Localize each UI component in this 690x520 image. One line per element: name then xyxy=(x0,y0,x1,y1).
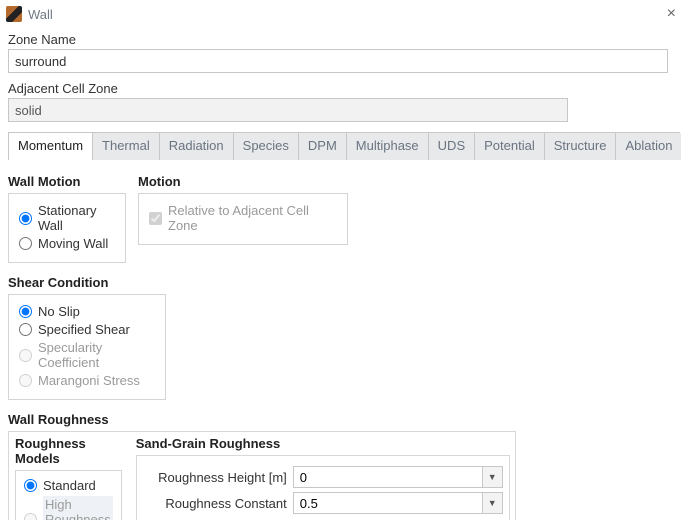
wall-motion-option-label: Stationary Wall xyxy=(38,203,115,233)
wall-roughness-panel: Roughness Models Standard High Roughness … xyxy=(8,431,516,520)
shear-option: Specularity Coefficient xyxy=(19,340,155,370)
window-title: Wall xyxy=(28,7,53,22)
roughness-model-option: High Roughness (Icing) xyxy=(24,496,113,520)
roughness-model-label: High Roughness (Icing) xyxy=(43,496,113,520)
roughness-model-radio[interactable] xyxy=(24,479,37,492)
roughness-height-dropdown[interactable]: ▼ xyxy=(483,466,503,488)
app-icon xyxy=(6,6,22,22)
motion-title: Motion xyxy=(138,174,348,189)
roughness-height-input[interactable] xyxy=(293,466,483,488)
roughness-constant-input[interactable] xyxy=(293,492,483,514)
roughness-height-label: Roughness Height [m] xyxy=(143,470,293,485)
zone-name-input[interactable] xyxy=(8,49,668,73)
wall-motion-option[interactable]: Moving Wall xyxy=(19,236,115,251)
relative-to-adjacent-label: Relative to Adjacent Cell Zone xyxy=(168,203,337,233)
tab-structure[interactable]: Structure xyxy=(545,133,617,160)
tab-radiation[interactable]: Radiation xyxy=(160,133,234,160)
sand-grain-title: Sand-Grain Roughness xyxy=(136,436,510,451)
chevron-down-icon: ▼ xyxy=(488,472,497,482)
wall-roughness-title: Wall Roughness xyxy=(8,412,682,427)
shear-condition-panel: No Slip Specified Shear Specularity Coeffi… xyxy=(8,294,166,400)
wall-motion-panel: Stationary Wall Moving Wall xyxy=(8,193,126,263)
roughness-models-panel: Standard High Roughness (Icing) xyxy=(15,470,122,520)
tab-species[interactable]: Species xyxy=(234,133,299,160)
shear-radio[interactable] xyxy=(19,305,32,318)
adjacent-cell-zone-input xyxy=(8,98,568,122)
chevron-down-icon: ▼ xyxy=(488,498,497,508)
tabstrip: MomentumThermalRadiationSpeciesDPMMultip… xyxy=(8,132,680,160)
shear-option-label: No Slip xyxy=(38,304,80,319)
close-icon[interactable]: × xyxy=(663,5,680,23)
zone-name-label: Zone Name xyxy=(8,32,682,47)
shear-condition-title: Shear Condition xyxy=(8,275,682,290)
wall-motion-option[interactable]: Stationary Wall xyxy=(19,203,115,233)
wall-motion-radio[interactable] xyxy=(19,237,32,250)
shear-option-label: Specified Shear xyxy=(38,322,130,337)
wall-motion-radio[interactable] xyxy=(19,212,32,225)
tab-multiphase[interactable]: Multiphase xyxy=(347,133,429,160)
roughness-models-title: Roughness Models xyxy=(15,436,122,466)
shear-radio xyxy=(19,349,32,362)
roughness-constant-dropdown[interactable]: ▼ xyxy=(483,492,503,514)
wall-motion-option-label: Moving Wall xyxy=(38,236,108,251)
shear-option[interactable]: Specified Shear xyxy=(19,322,155,337)
sand-grain-panel: Roughness Height [m] ▼ Roughness Constan… xyxy=(136,455,510,520)
shear-option-label: Marangoni Stress xyxy=(38,373,140,388)
shear-option-label: Specularity Coefficient xyxy=(38,340,155,370)
shear-option[interactable]: No Slip xyxy=(19,304,155,319)
roughness-constant-label: Roughness Constant xyxy=(143,496,293,511)
titlebar: Wall × xyxy=(0,0,690,26)
shear-radio xyxy=(19,374,32,387)
tab-thermal[interactable]: Thermal xyxy=(93,133,160,160)
tab-dpm[interactable]: DPM xyxy=(299,133,347,160)
adjacent-cell-zone-label: Adjacent Cell Zone xyxy=(8,81,682,96)
roughness-model-radio xyxy=(24,513,37,520)
tab-uds[interactable]: UDS xyxy=(429,133,475,160)
tab-ablation[interactable]: Ablation xyxy=(616,133,681,160)
motion-panel: Relative to Adjacent Cell Zone xyxy=(138,193,348,245)
roughness-model-option[interactable]: Standard xyxy=(24,478,113,493)
tab-momentum[interactable]: Momentum xyxy=(9,133,93,160)
wall-motion-title: Wall Motion xyxy=(8,174,126,189)
relative-to-adjacent-checkbox xyxy=(149,212,162,225)
relative-to-adjacent-row: Relative to Adjacent Cell Zone xyxy=(149,203,337,233)
roughness-model-label: Standard xyxy=(43,478,96,493)
tab-potential[interactable]: Potential xyxy=(475,133,545,160)
shear-radio[interactable] xyxy=(19,323,32,336)
shear-option: Marangoni Stress xyxy=(19,373,155,388)
